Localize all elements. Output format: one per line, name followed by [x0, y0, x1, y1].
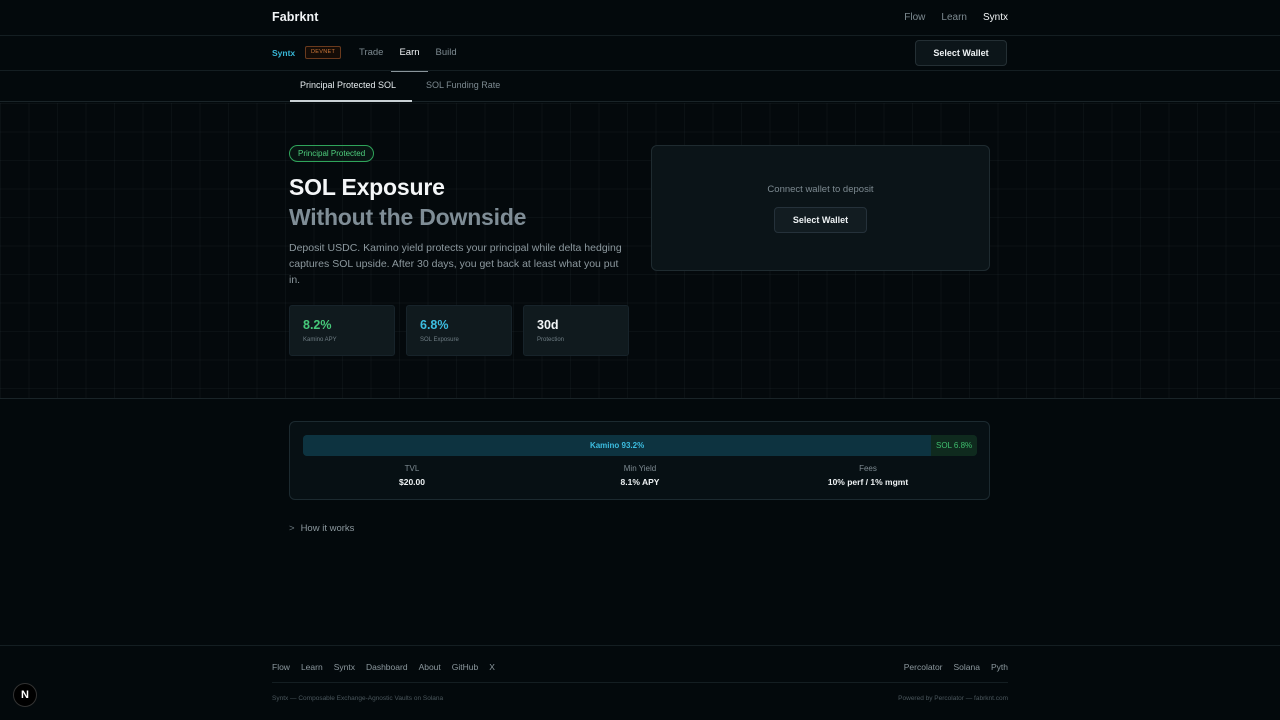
stat-card-sol-exposure: 6.8% SOL Exposure — [406, 305, 512, 356]
connect-wallet-prompt: Connect wallet to deposit — [767, 184, 874, 195]
footer-divider — [0, 645, 1280, 646]
top-nav-syntx[interactable]: Syntx — [983, 12, 1008, 23]
footer-link-about[interactable]: About — [419, 662, 441, 672]
metric-tvl: TVL $20.00 — [332, 464, 492, 487]
allocation-bar-kamino: Kamino 93.2% — [303, 435, 932, 456]
sub-nav: Trade Earn Build — [359, 47, 465, 72]
allocation-card — [289, 421, 990, 500]
footer-link-x[interactable]: X — [489, 662, 495, 672]
tab-principal-protected-sol[interactable]: Principal Protected SOL — [300, 80, 396, 90]
hero-subtitle: Without the Downside — [289, 204, 527, 230]
footer-tagline: Syntx — Composable Exchange-Agnostic Vau… — [272, 695, 444, 702]
sub-bar — [0, 36, 1280, 71]
sub-nav-build[interactable]: Build — [428, 47, 465, 65]
principal-protected-badge: Principal Protected — [289, 145, 375, 162]
footer-link-percolator[interactable]: Percolator — [904, 662, 943, 672]
footer-link-syntx[interactable]: Syntx — [334, 662, 355, 672]
env-badge: DEVNET — [305, 46, 342, 59]
footer-links-right: Percolator Solana Pyth — [904, 662, 1008, 672]
hero-description: Deposit USDC. Kamino yield protects your… — [289, 242, 622, 286]
stat-label: Protection — [537, 337, 565, 343]
select-wallet-button[interactable]: Select Wallet — [915, 40, 1007, 66]
top-bar — [0, 0, 1280, 36]
sub-nav-earn[interactable]: Earn — [391, 47, 428, 72]
stat-card-kamino-apy: 8.2% Kamino APY — [289, 305, 395, 356]
dev-tools-badge[interactable]: N — [13, 683, 37, 707]
stat-value: 6.8% — [420, 318, 449, 332]
how-it-works-label: How it works — [300, 523, 355, 534]
footer-link-flow[interactable]: Flow — [272, 662, 290, 672]
chevron-right-icon: > — [289, 523, 295, 534]
footer-powered-by: Powered by Percolator — fabrknt.com — [898, 695, 1008, 702]
metric-label: Min Yield — [623, 464, 657, 473]
footer-links-left: Flow Learn Syntx Dashboard About GitHub … — [272, 662, 495, 672]
how-it-works-toggle[interactable]: > How it works — [289, 523, 354, 534]
top-nav-flow[interactable]: Flow — [904, 12, 925, 23]
allocation-bar-sol: SOL 6.8% — [931, 435, 977, 456]
footer-link-learn[interactable]: Learn — [301, 662, 323, 672]
tab-bar — [0, 71, 1280, 102]
metric-value: $20.00 — [399, 477, 425, 487]
brand-logo[interactable]: Fabrknt — [272, 10, 319, 24]
footer-link-dashboard[interactable]: Dashboard — [366, 662, 408, 672]
footer-link-pyth[interactable]: Pyth — [991, 662, 1008, 672]
tab-sol-funding-rate[interactable]: SOL Funding Rate — [426, 80, 500, 90]
hero-section — [0, 103, 1280, 399]
hero-title: SOL Exposure — [289, 174, 445, 200]
footer-inner-divider — [272, 682, 1008, 683]
metric-label: Fees — [859, 464, 877, 473]
footer-link-solana[interactable]: Solana — [954, 662, 980, 672]
allocation-bar: Kamino 93.2% SOL 6.8% — [303, 435, 977, 456]
metric-label: TVL — [404, 464, 420, 473]
footer-link-github[interactable]: GitHub — [452, 662, 478, 672]
metric-min-yield: Min Yield 8.1% APY — [560, 464, 720, 487]
top-nav: Flow Learn Syntx — [904, 12, 1008, 23]
sub-brand[interactable]: Syntx — [272, 48, 295, 58]
metric-value: 8.1% APY — [620, 477, 660, 487]
stat-value: 8.2% — [303, 318, 332, 332]
metric-fees: Fees 10% perf / 1% mgmt — [788, 464, 948, 487]
stat-label: SOL Exposure — [420, 337, 459, 343]
deposit-select-wallet-button[interactable]: Select Wallet — [774, 207, 867, 233]
top-nav-learn[interactable]: Learn — [941, 12, 967, 23]
sub-nav-trade[interactable]: Trade — [359, 47, 391, 65]
active-tab-indicator — [290, 100, 412, 102]
stat-card-protection: 30d Protection — [523, 305, 629, 356]
stat-label: Kamino APY — [303, 337, 337, 343]
metric-value: 10% perf / 1% mgmt — [827, 477, 909, 487]
stat-value: 30d — [537, 318, 559, 332]
